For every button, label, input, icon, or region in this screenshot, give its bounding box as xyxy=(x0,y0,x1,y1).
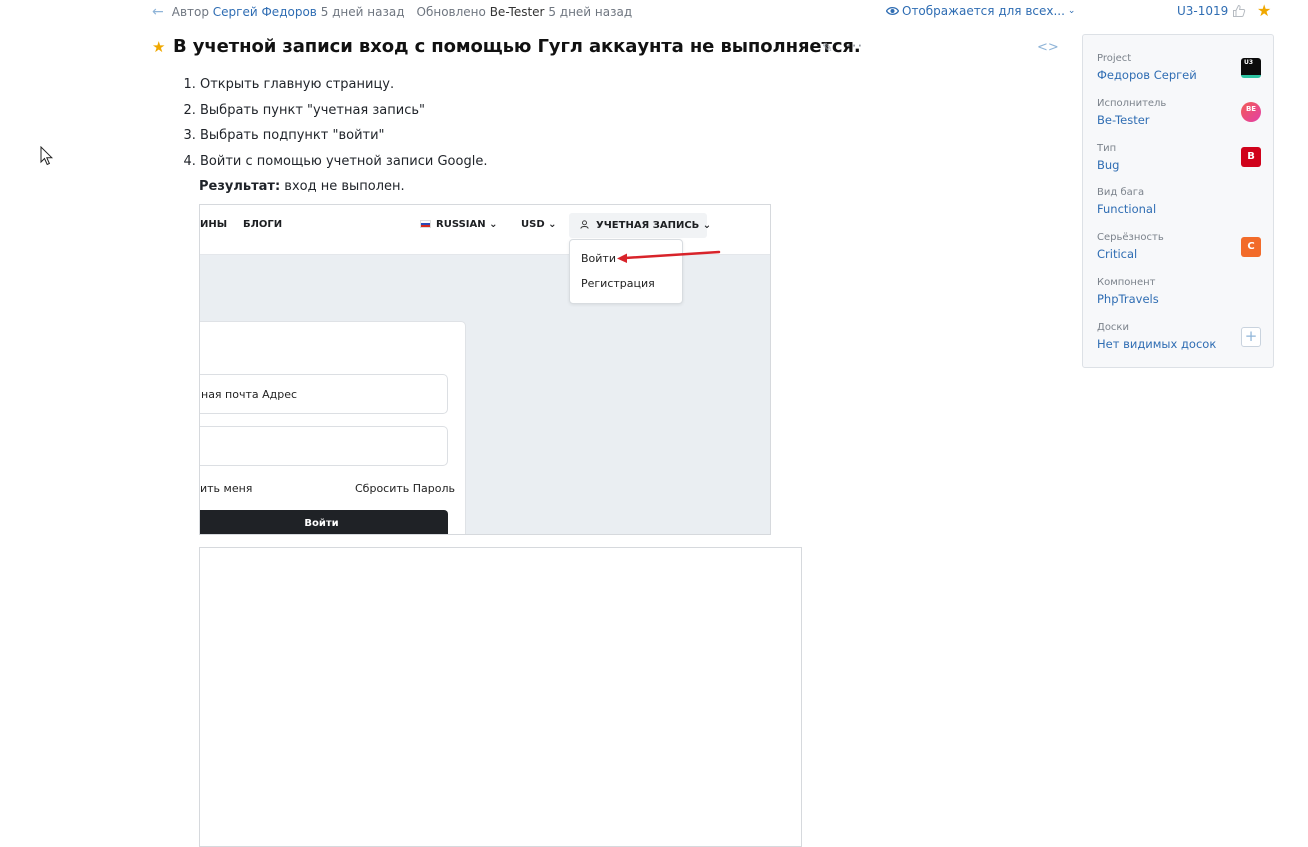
updated-label: Обновлено xyxy=(416,5,486,19)
steps-list: Открыть главную страницу. Выбрать пункт … xyxy=(182,75,487,177)
properties-panel: Project Федоров Сергей U3 Исполнитель Be… xyxy=(1082,34,1274,368)
prop-value-bug-kind[interactable]: Functional xyxy=(1097,202,1156,216)
bug-type-icon: B xyxy=(1241,147,1261,167)
project-logo-icon: U3 xyxy=(1241,58,1261,78)
visibility-label: Отображается для всех... xyxy=(902,4,1065,18)
updated-by[interactable]: Be-Tester xyxy=(490,5,545,19)
prop-label-assignee: Исполнитель xyxy=(1097,98,1167,109)
thumbs-up-icon[interactable] xyxy=(1232,4,1246,18)
menu-item-login: Войти xyxy=(581,252,616,265)
mouse-cursor-icon xyxy=(40,146,54,166)
step-item: Выбрать пункт "учетная запись" xyxy=(200,101,487,127)
prop-value-type[interactable]: Bug xyxy=(1097,158,1119,172)
prop-label-bug-kind: Вид бага xyxy=(1097,187,1145,198)
created-time: 5 дней назад xyxy=(320,5,405,19)
prop-label-component: Компонент xyxy=(1097,277,1156,288)
email-field: ная почта Адрес xyxy=(200,374,448,414)
issue-title: В учетной записи вход с помощью Гугл акк… xyxy=(173,36,861,57)
attached-screenshot[interactable]: ИНЫ БЛОГИ RUSSIAN ⌄ USD ⌄ УЧЕТНАЯ ЗАПИСЬ… xyxy=(199,204,771,535)
account-menu-button: УЧЕТНАЯ ЗАПИСЬ ⌄ xyxy=(569,213,711,238)
prop-label-boards: Доски xyxy=(1097,322,1129,333)
result-text: вход не выполен. xyxy=(284,179,405,194)
prop-value-assignee[interactable]: Be-Tester xyxy=(1097,113,1150,127)
issue-id[interactable]: U3-1019 xyxy=(1177,4,1228,18)
updated-time: 5 дней назад xyxy=(548,5,633,19)
prop-value-severity[interactable]: Critical xyxy=(1097,247,1137,261)
author-label: Автор xyxy=(171,5,209,19)
login-form-card: ная почта Адрес ить меня Сбросить Пароль… xyxy=(200,321,466,534)
reset-password-link: Сбросить Пароль xyxy=(355,482,455,495)
author-link[interactable]: Сергей Федоров xyxy=(213,5,317,19)
prop-label-type: Тип xyxy=(1097,143,1117,154)
visibility-dropdown[interactable]: Отображается для всех... ⌄ xyxy=(886,4,1075,18)
title-star-icon[interactable]: ★ xyxy=(152,38,165,56)
issue-meta: ← Автор Сергей Федоров 5 дней назад Обно… xyxy=(152,4,632,20)
prop-value-component[interactable]: PhpTravels xyxy=(1097,292,1159,306)
nav-item-partial: ИНЫ xyxy=(200,219,228,230)
code-view-icon[interactable]: <> xyxy=(1037,40,1059,55)
back-arrow-icon[interactable]: ← xyxy=(152,4,164,20)
step-item: Открыть главную страницу. xyxy=(200,75,487,101)
assignee-avatar: BE xyxy=(1241,102,1261,122)
attached-image-blank[interactable] xyxy=(199,547,802,847)
prop-value-boards[interactable]: Нет видимых досок xyxy=(1097,337,1216,351)
language-selector: RUSSIAN ⌄ xyxy=(420,219,497,230)
russia-flag-icon xyxy=(420,220,431,228)
favorite-star-icon[interactable]: ★ xyxy=(1257,1,1271,20)
severity-icon: C xyxy=(1241,237,1261,257)
eye-icon xyxy=(886,6,899,16)
edit-pencil-icon[interactable]: ✎ xyxy=(822,41,833,56)
prop-value-project[interactable]: Федоров Сергей xyxy=(1097,68,1197,82)
nav-item-blogs: БЛОГИ xyxy=(243,219,283,230)
currency-selector: USD ⌄ xyxy=(521,219,557,230)
result-line: Результат: вход не выполен. xyxy=(199,179,405,194)
login-button: Войти xyxy=(200,510,448,534)
add-board-plus-icon[interactable]: + xyxy=(1241,327,1261,347)
more-options-icon[interactable]: ··· xyxy=(846,37,863,55)
red-arrow-icon xyxy=(617,250,721,263)
screenshot-navbar: ИНЫ БЛОГИ RUSSIAN ⌄ USD ⌄ УЧЕТНАЯ ЗАПИСЬ… xyxy=(200,205,770,255)
user-icon xyxy=(580,220,589,229)
chevron-down-icon: ⌄ xyxy=(1067,6,1076,16)
prop-label-project: Project xyxy=(1097,53,1132,64)
account-menu-label: УЧЕТНАЯ ЗАПИСЬ ⌄ xyxy=(580,220,711,231)
step-item: Войти с помощью учетной записи Google. xyxy=(200,152,487,178)
result-label: Результат: xyxy=(199,179,281,194)
prop-label-severity: Серьёзность xyxy=(1097,232,1164,243)
remember-me-label: ить меня xyxy=(200,482,253,495)
step-item: Выбрать подпункт "войти" xyxy=(200,126,487,152)
menu-item-register: Регистрация xyxy=(581,277,655,290)
password-field xyxy=(200,426,448,466)
